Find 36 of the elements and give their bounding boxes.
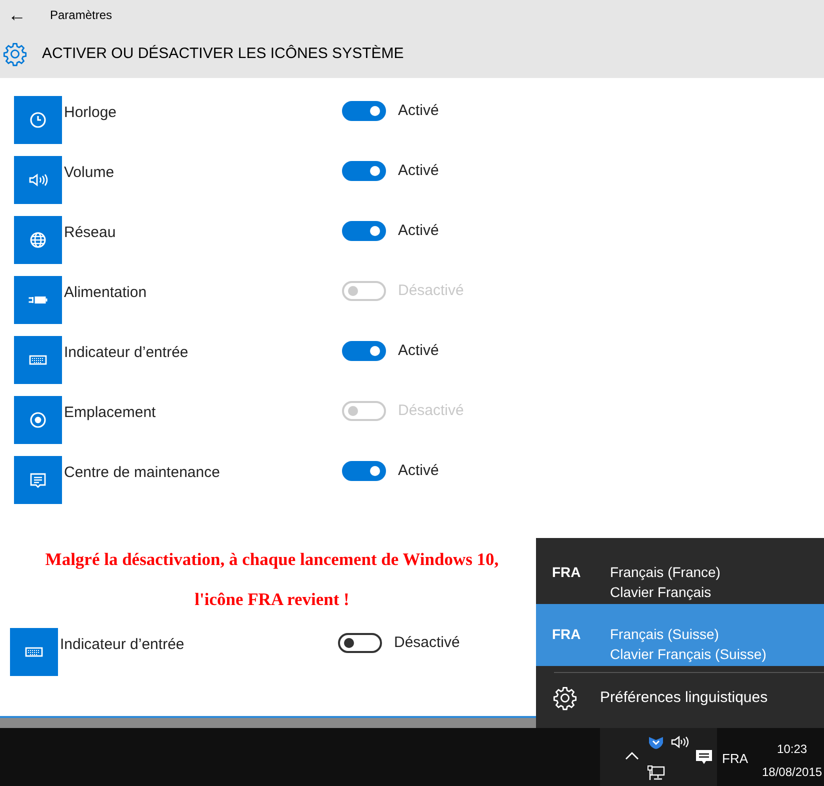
speaker-icon[interactable] [671, 735, 689, 749]
shield-icon[interactable] [648, 735, 664, 749]
toggle-switch[interactable] [342, 461, 386, 481]
toggle-state: Activé [398, 160, 439, 181]
toggle-state: Activé [398, 340, 439, 361]
setting-label: Indicateur d’entrée [59, 634, 186, 655]
network-icon[interactable] [647, 765, 665, 781]
setting-label: Réseau [63, 222, 117, 243]
settings-icon [2, 41, 28, 67]
annotation-text: Malgré la désactivation, à chaque lancement de Windows 10, [44, 548, 500, 571]
toggle-switch[interactable] [342, 221, 386, 241]
clock[interactable]: 10:23 18/08/2015 [758, 738, 824, 784]
toggle-state: Activé [398, 460, 439, 481]
toggle-state: Désactivé [394, 632, 460, 653]
window-title: Paramètres [50, 7, 112, 24]
toggle-state: Activé [398, 100, 439, 121]
setting-label: Horloge [63, 102, 118, 123]
back-button[interactable]: ← [6, 6, 28, 24]
toggle-switch[interactable] [342, 341, 386, 361]
battery-icon [28, 296, 48, 304]
setting-label: Indicateur d’entrée [63, 342, 190, 363]
toggle-switch[interactable] [338, 633, 382, 653]
language-option[interactable]: FRA Français (France) Clavier Français [536, 542, 824, 604]
toggle-switch[interactable] [342, 101, 386, 121]
annotation-text: l'icône FRA revient ! [194, 588, 350, 611]
toggle-state: Activé [398, 220, 439, 241]
chevron-up-icon[interactable] [625, 752, 639, 760]
settings-icon [552, 685, 578, 711]
language-indicator[interactable]: FRA [718, 749, 752, 768]
setting-label: Emplacement [63, 402, 157, 423]
language-preferences-link[interactable]: Préférences linguistiques [536, 673, 768, 711]
setting-label: Volume [63, 162, 116, 183]
toggle-switch[interactable] [342, 161, 386, 181]
setting-label: Centre de maintenance [63, 462, 221, 483]
page-heading: ACTIVER OU DÉSACTIVER LES ICÔNES SYSTÈME [42, 44, 404, 64]
setting-label: Alimentation [63, 282, 148, 303]
